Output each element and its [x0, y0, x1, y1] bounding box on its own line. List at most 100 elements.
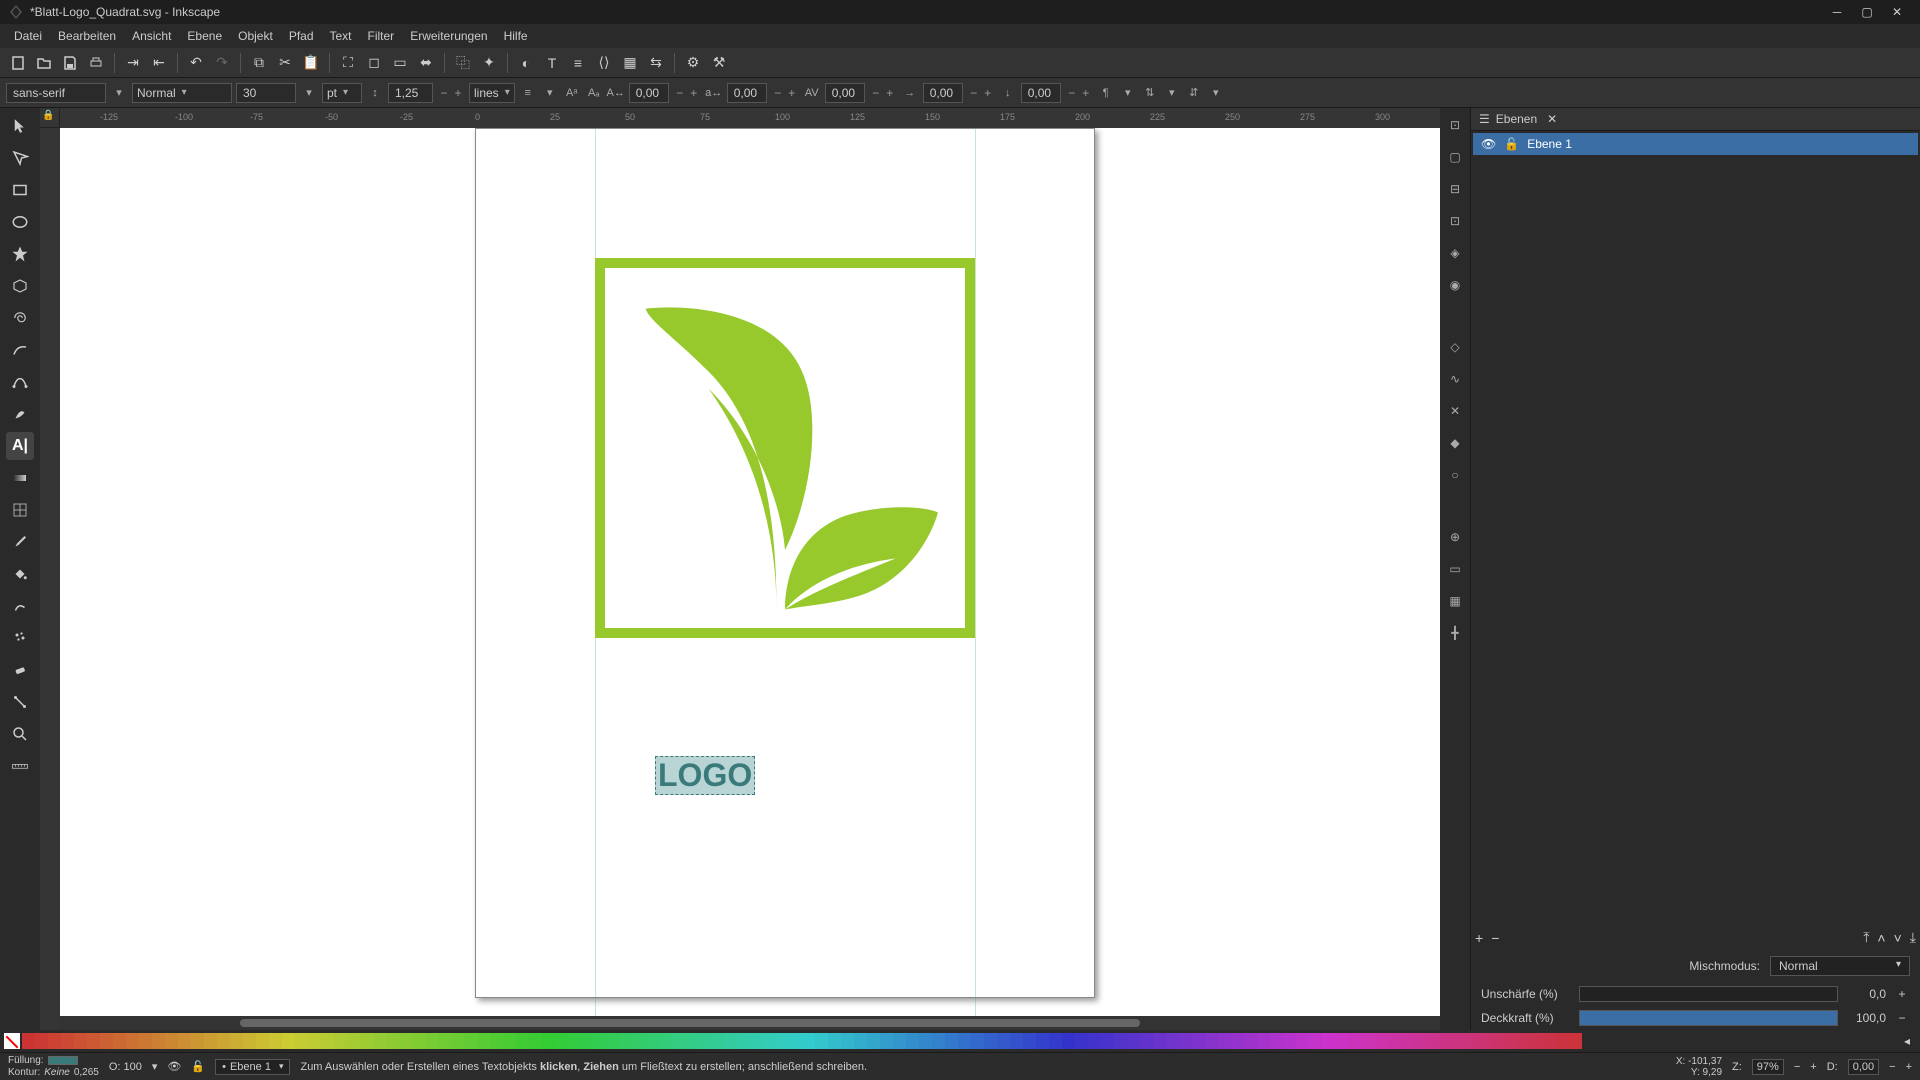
- selector-tool[interactable]: [6, 112, 34, 140]
- palette-swatch[interactable]: [230, 1033, 243, 1049]
- ellipse-tool[interactable]: [6, 208, 34, 236]
- palette-swatch[interactable]: [399, 1033, 412, 1049]
- font-family-input[interactable]: sans-serif: [6, 83, 106, 103]
- connector-tool[interactable]: [6, 688, 34, 716]
- tweak-tool[interactable]: [6, 592, 34, 620]
- snap-guide-icon[interactable]: ╋: [1444, 622, 1466, 644]
- remove-layer-button[interactable]: −: [1491, 930, 1499, 946]
- palette-swatch[interactable]: [308, 1033, 321, 1049]
- layer-top-button[interactable]: ⤒: [1863, 929, 1869, 946]
- palette-swatch[interactable]: [633, 1033, 646, 1049]
- palette-swatch[interactable]: [1465, 1033, 1478, 1049]
- align-left-icon[interactable]: ≡: [519, 84, 537, 102]
- palette-swatch[interactable]: [139, 1033, 152, 1049]
- palette-swatch[interactable]: [191, 1033, 204, 1049]
- layer-row-1[interactable]: 👁 🔓 Ebene 1: [1473, 133, 1918, 155]
- palette-swatch[interactable]: [685, 1033, 698, 1049]
- vertical-ruler[interactable]: [40, 128, 60, 1030]
- palette-swatch[interactable]: [1192, 1033, 1205, 1049]
- palette-swatch[interactable]: [386, 1033, 399, 1049]
- guide-right[interactable]: [975, 128, 976, 1016]
- palette-swatch[interactable]: [893, 1033, 906, 1049]
- palette-swatch[interactable]: [1296, 1033, 1309, 1049]
- palette-swatch[interactable]: [1413, 1033, 1426, 1049]
- palette-swatch[interactable]: [1530, 1033, 1543, 1049]
- palette-swatch[interactable]: [763, 1033, 776, 1049]
- palette-swatch[interactable]: [750, 1033, 763, 1049]
- align-dialog-icon[interactable]: ▦: [618, 51, 642, 75]
- palette-swatch[interactable]: [958, 1033, 971, 1049]
- palette-swatch[interactable]: [282, 1033, 295, 1049]
- palette-swatch[interactable]: [646, 1033, 659, 1049]
- snap-midpoint-icon[interactable]: ◈: [1444, 242, 1466, 264]
- text-direction-icon[interactable]: ¶: [1097, 84, 1115, 102]
- snap-center-icon[interactable]: ◉: [1444, 274, 1466, 296]
- palette-swatch[interactable]: [1140, 1033, 1153, 1049]
- palette-swatch[interactable]: [737, 1033, 750, 1049]
- palette-swatch[interactable]: [1556, 1033, 1569, 1049]
- import-icon[interactable]: ⇥: [121, 51, 145, 75]
- blur-slider[interactable]: [1579, 986, 1838, 1002]
- align-dropdown-icon[interactable]: ▾: [541, 84, 559, 102]
- menu-text[interactable]: Text: [322, 26, 360, 46]
- duplicate-icon[interactable]: ⿻: [451, 51, 475, 75]
- palette-swatch[interactable]: [1322, 1033, 1335, 1049]
- palette-swatch[interactable]: [724, 1033, 737, 1049]
- palette-swatch[interactable]: [802, 1033, 815, 1049]
- palette-swatch[interactable]: [1400, 1033, 1413, 1049]
- menu-filter[interactable]: Filter: [360, 26, 403, 46]
- preferences-icon[interactable]: ⚒: [707, 51, 731, 75]
- palette-swatch[interactable]: [503, 1033, 516, 1049]
- palette-swatch[interactable]: [1374, 1033, 1387, 1049]
- palette-swatch[interactable]: [334, 1033, 347, 1049]
- palette-swatch[interactable]: [919, 1033, 932, 1049]
- palette-swatch[interactable]: [1075, 1033, 1088, 1049]
- save-icon[interactable]: [58, 51, 82, 75]
- word-spacing-input[interactable]: 0,00: [727, 83, 767, 103]
- palette-swatch[interactable]: [438, 1033, 451, 1049]
- 3dbox-tool[interactable]: [6, 272, 34, 300]
- dy-input[interactable]: 0,00: [1021, 83, 1061, 103]
- opacity-slider[interactable]: [1579, 1010, 1838, 1026]
- zoom-drawing-icon[interactable]: ◻: [362, 51, 386, 75]
- palette-swatch[interactable]: [204, 1033, 217, 1049]
- palette-swatch[interactable]: [1010, 1033, 1023, 1049]
- palette-swatch[interactable]: [464, 1033, 477, 1049]
- snap-smooth-icon[interactable]: ○: [1444, 464, 1466, 486]
- stroke-value[interactable]: Keine: [44, 1067, 70, 1078]
- layer-up-button[interactable]: ˄: [1877, 930, 1885, 946]
- snap-toggle-icon[interactable]: ⊡: [1444, 114, 1466, 136]
- palette-swatch[interactable]: [1257, 1033, 1270, 1049]
- size-unit-select[interactable]: pt: [322, 83, 362, 103]
- palette-swatch[interactable]: [321, 1033, 334, 1049]
- palette-none-swatch[interactable]: [4, 1033, 20, 1049]
- maximize-button[interactable]: ▢: [1852, 2, 1882, 22]
- calligraphy-tool[interactable]: [6, 400, 34, 428]
- open-icon[interactable]: [32, 51, 56, 75]
- palette-swatch[interactable]: [295, 1033, 308, 1049]
- palette-swatch[interactable]: [1036, 1033, 1049, 1049]
- font-style-select[interactable]: Normal: [132, 83, 232, 103]
- palette-swatch[interactable]: [256, 1033, 269, 1049]
- dropper-tool[interactable]: [6, 528, 34, 556]
- snap-edge-icon[interactable]: ⊟: [1444, 178, 1466, 200]
- palette-swatch[interactable]: [412, 1033, 425, 1049]
- leaf-graphic[interactable]: [615, 278, 955, 618]
- menu-datei[interactable]: Datei: [6, 26, 50, 46]
- line-height-dec[interactable]: −: [437, 86, 451, 100]
- layer-visibility-icon[interactable]: 👁: [1481, 137, 1496, 151]
- palette-menu-icon[interactable]: ◂: [1898, 1034, 1916, 1048]
- font-size-dropdown-icon[interactable]: ▾: [300, 84, 318, 102]
- menu-ansicht[interactable]: Ansicht: [124, 26, 179, 46]
- horizontal-ruler[interactable]: -125 -100 -75 -50 -25 0 25 50 75 100 125…: [60, 108, 1440, 128]
- palette-swatch[interactable]: [1491, 1033, 1504, 1049]
- palette-swatch[interactable]: [22, 1033, 35, 1049]
- zoom-page-icon[interactable]: ▭: [388, 51, 412, 75]
- palette-swatch[interactable]: [61, 1033, 74, 1049]
- snap-intersection-icon[interactable]: ✕: [1444, 400, 1466, 422]
- dx-input[interactable]: 0,00: [923, 83, 963, 103]
- menu-ebene[interactable]: Ebene: [179, 26, 230, 46]
- logo-text-object[interactable]: LOGO: [655, 756, 755, 795]
- text-dialog-icon[interactable]: T: [540, 51, 564, 75]
- star-tool[interactable]: [6, 240, 34, 268]
